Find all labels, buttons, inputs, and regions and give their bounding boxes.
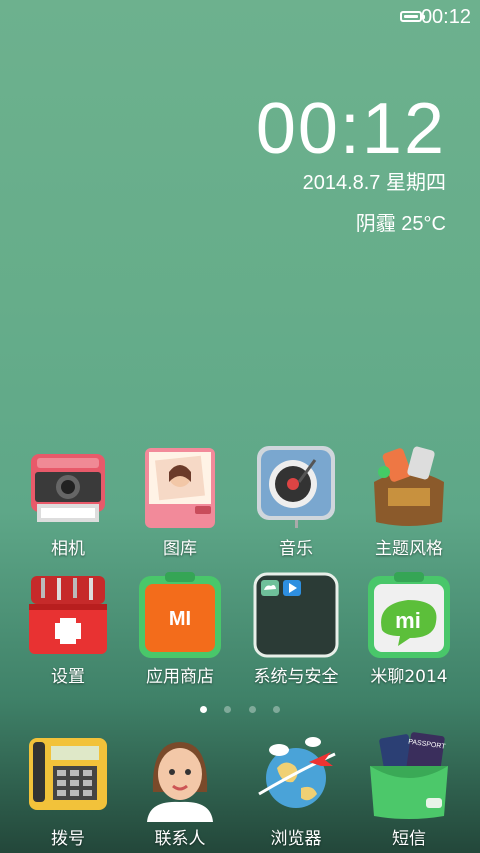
app-label: 主题风格 xyxy=(375,539,443,559)
page-indicator[interactable] xyxy=(0,698,480,717)
app-label: 浏览器 xyxy=(270,829,322,849)
miliao-icon: mi xyxy=(368,572,450,658)
app-label: 联系人 xyxy=(154,829,206,849)
badge-text: MI xyxy=(169,608,191,630)
app-label: 图库 xyxy=(163,539,197,559)
page-dot[interactable] xyxy=(224,706,232,713)
system-security-folder-icon xyxy=(253,572,339,658)
app-phone[interactable]: 拨号 xyxy=(8,732,128,850)
app-camera[interactable]: 相机 xyxy=(8,442,128,560)
settings-icon xyxy=(29,576,107,654)
page-dot[interactable] xyxy=(272,706,280,713)
folder-system-security[interactable]: 系统与安全 xyxy=(236,570,356,688)
app-label: 相机 xyxy=(51,539,85,559)
app-label: 短信 xyxy=(392,829,426,849)
app-gallery[interactable]: 图库 xyxy=(120,442,240,560)
battery-icon xyxy=(400,11,425,22)
app-browser[interactable]: 浏览器 xyxy=(236,732,356,850)
app-label: 米聊2014 xyxy=(370,667,448,687)
app-miliao[interactable]: mi 米聊2014 xyxy=(349,570,469,688)
status-bar: 00:12 xyxy=(0,0,480,34)
page-dot[interactable] xyxy=(248,706,256,713)
badge-text: mi xyxy=(395,608,421,633)
phone-icon xyxy=(29,738,107,810)
app-theme[interactable]: 主题风格 xyxy=(349,442,469,560)
app-settings[interactable]: 设置 xyxy=(8,570,128,688)
app-label: 音乐 xyxy=(279,539,313,559)
app-messages[interactable]: PASSPORT 短信 xyxy=(349,732,469,850)
contacts-icon xyxy=(147,742,213,822)
app-label: 拨号 xyxy=(51,829,85,849)
camera-icon xyxy=(31,454,105,522)
messages-icon: PASSPORT xyxy=(370,732,448,819)
gallery-icon xyxy=(145,448,215,528)
page-dot[interactable] xyxy=(200,706,208,713)
app-store[interactable]: MI 应用商店 xyxy=(120,570,240,688)
browser-icon xyxy=(258,737,336,808)
app-label: 设置 xyxy=(51,667,85,687)
app-store-icon: MI xyxy=(139,572,221,658)
clock-time[interactable]: 00:12 xyxy=(256,88,446,170)
app-music[interactable]: 音乐 xyxy=(236,442,356,560)
app-contacts[interactable]: 联系人 xyxy=(120,732,240,850)
weather-text[interactable]: 阴霾 25°C xyxy=(356,207,446,236)
dock: 拨号 联系人 浏览器 PASSPORT 短信 xyxy=(0,724,480,853)
app-label: 应用商店 xyxy=(146,667,214,687)
status-time: 00:12 xyxy=(420,6,471,28)
theme-icon xyxy=(374,446,444,526)
app-label: 系统与安全 xyxy=(253,667,339,687)
clock-date: 2014.8.7 星期四 xyxy=(302,172,446,194)
music-icon xyxy=(257,446,335,528)
